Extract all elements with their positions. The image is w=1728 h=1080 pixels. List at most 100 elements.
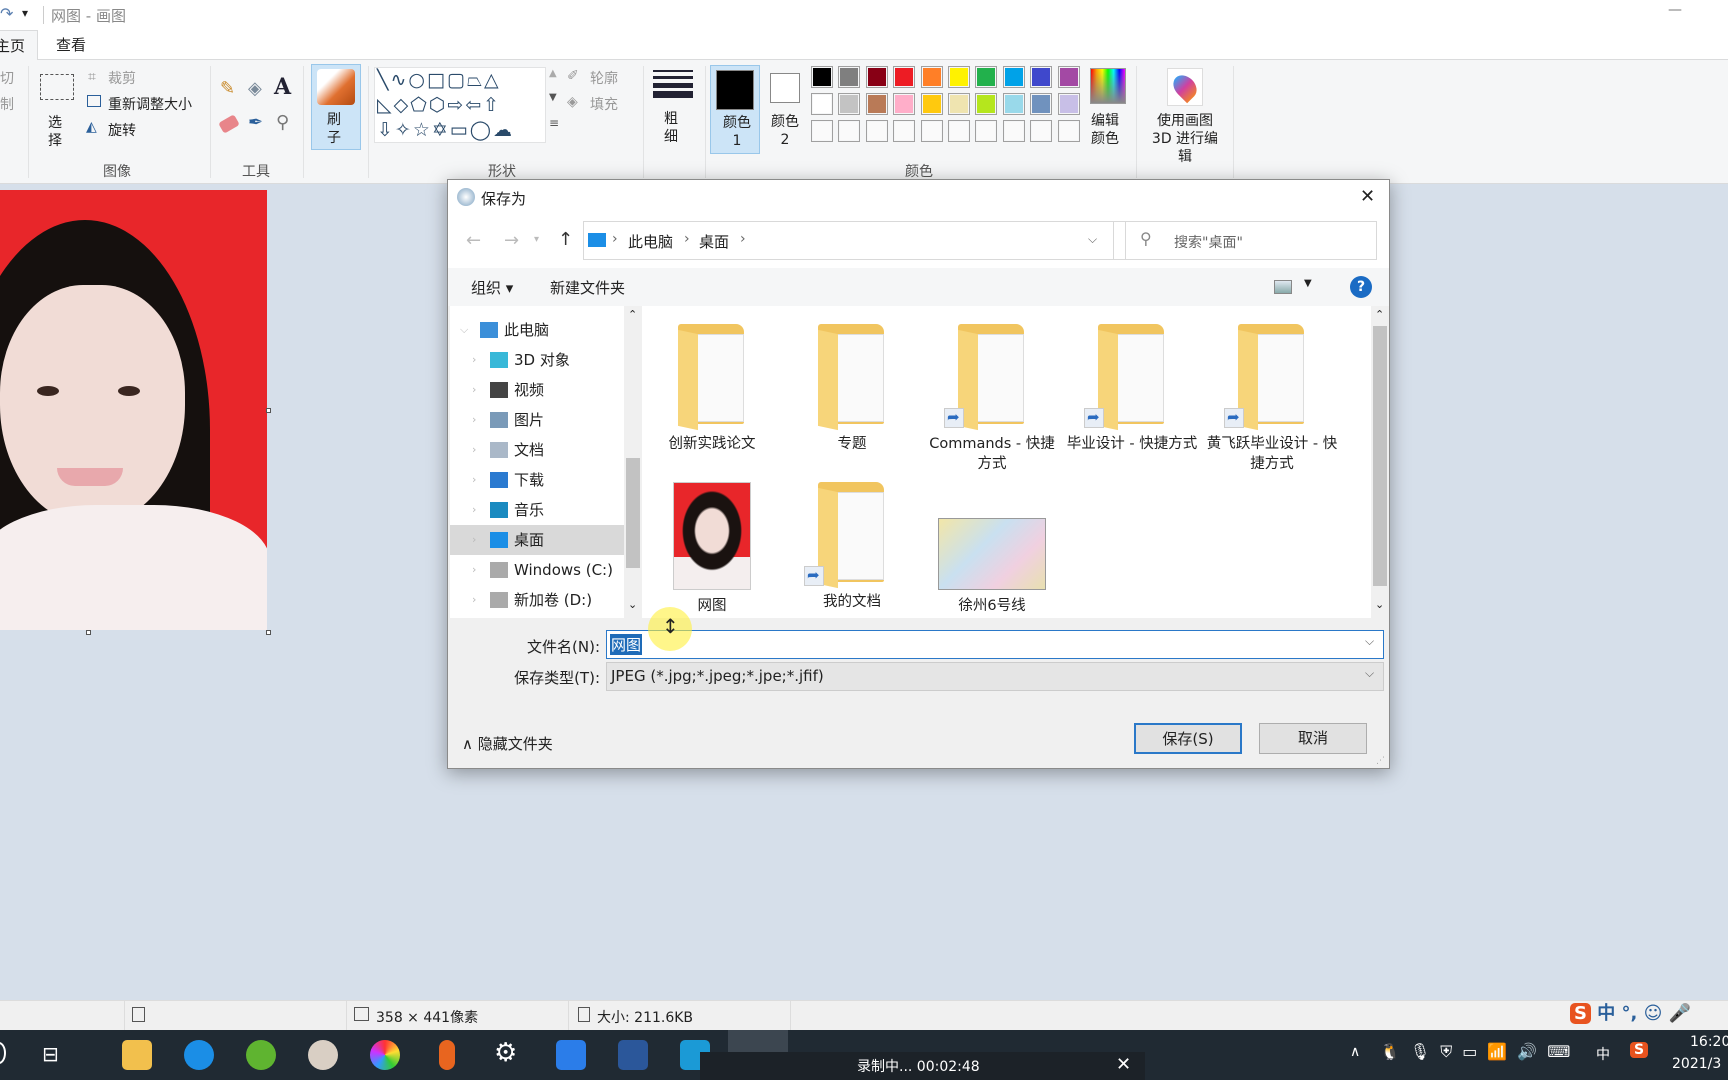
nav-item[interactable]: › 3D 对象 [450,345,624,375]
scroll-thumb[interactable] [626,458,640,568]
nav-item[interactable]: › 下载 [450,465,624,495]
organize-button[interactable]: 组织 ▾ [471,277,513,298]
close-recording-icon[interactable]: ✕ [1116,1054,1131,1075]
palette-color[interactable] [1002,93,1025,115]
expand-chevron-icon[interactable]: ⌵ [460,315,468,345]
filetype-dropdown-icon[interactable]: ⌵ [1365,666,1374,681]
brush-button[interactable]: 刷子 [311,64,361,150]
fill-bucket-icon[interactable]: ◈ [248,78,262,99]
file-item[interactable]: 我的文档 [784,482,920,612]
scroll-up-icon[interactable]: ⌃ [1375,308,1384,321]
palette-color[interactable] [948,93,970,115]
nav-item[interactable]: › 新加卷 (D:) [450,585,624,615]
help-button[interactable]: ? [1350,276,1372,298]
palette-color[interactable] [865,66,888,88]
palette-color[interactable] [838,93,861,115]
palette-empty-slot[interactable] [920,120,943,142]
redo-icon[interactable]: ↷ [0,4,13,23]
up-button[interactable]: ↑ [558,229,573,250]
palette-color[interactable] [893,93,916,115]
palette-empty-slot[interactable] [1030,120,1053,142]
palette-color[interactable] [838,66,861,88]
collapse-chevron-icon[interactable]: › [472,405,476,435]
input-method-indicator[interactable]: 中 [1596,1044,1610,1064]
collapse-chevron-icon[interactable]: › [472,555,476,585]
tab-view[interactable]: 查看 [56,34,86,55]
palette-empty-slot[interactable] [1002,120,1025,142]
palette-empty-slot[interactable] [948,120,970,142]
file-item[interactable]: 创新实践论文 [644,324,780,454]
color-picker-icon[interactable]: ✒ [248,112,263,133]
breadcrumb-separator[interactable]: › [612,231,618,247]
resize-handle[interactable] [266,630,271,635]
view-dropdown-icon[interactable]: ▼ [1304,278,1312,289]
file-item[interactable]: Commands - 快捷方式 [924,324,1060,474]
breadcrumb-separator[interactable]: › [740,231,746,247]
shapes-scroll-up[interactable]: ▲ [549,68,557,79]
palette-color[interactable] [811,93,833,115]
nav-item[interactable]: › 音乐 [450,495,624,525]
recent-locations-dropdown[interactable]: ▾ [534,234,539,245]
fill-button[interactable]: 填充 [590,94,618,114]
file-list-scrollbar[interactable]: ⌃ ⌄ [1371,306,1389,618]
palette-color[interactable] [1030,93,1053,115]
palette-color[interactable] [1057,93,1080,115]
palette-color[interactable] [948,66,970,88]
settings-icon[interactable]: ⚙ [494,1038,517,1068]
resize-grip-icon[interactable]: ⋰ [1376,756,1385,766]
collapse-chevron-icon[interactable]: › [472,585,476,615]
ie-browser-icon[interactable] [246,1040,276,1070]
palette-color[interactable] [811,66,833,88]
outline-button[interactable]: 轮廓 [590,68,618,88]
file-item[interactable]: 网图 [644,482,780,616]
pencil-icon[interactable]: ✎ [220,78,235,99]
collapse-chevron-icon[interactable]: › [472,345,476,375]
nav-scrollbar[interactable]: ⌃ ⌄ [624,306,642,618]
collapse-chevron-icon[interactable]: › [472,495,476,525]
minimize-button[interactable]: — [1668,2,1682,18]
shapes-expand[interactable]: ≡ [549,116,559,130]
photos-app-icon[interactable] [370,1040,400,1070]
collapse-chevron-icon[interactable]: › [472,435,476,465]
address-bar[interactable]: › 此电脑 › 桌面 › ⌵ [583,221,1114,260]
resize-button[interactable]: 重新调整大小 [108,94,192,114]
nav-item[interactable]: › Windows (C:) [450,555,624,585]
palette-empty-slot[interactable] [811,120,833,142]
clock-date[interactable]: 2021/3 [1672,1056,1721,1072]
nav-item[interactable]: › 文档 [450,435,624,465]
breadcrumb-separator[interactable]: › [684,231,690,247]
save-button[interactable]: 保存(S) [1134,723,1242,754]
paint3d-button[interactable]: 使用画图 3D 进行编辑 [1143,66,1225,165]
hide-folders-button[interactable]: ∧ 隐藏文件夹 [462,733,553,754]
back-button[interactable]: ← [466,230,481,251]
palette-color[interactable] [920,93,943,115]
edit-colors-button[interactable]: 编辑颜色 [1088,66,1128,156]
canvas-image[interactable] [0,190,267,630]
crop-button[interactable]: 裁剪 [108,68,136,88]
task-view-icon[interactable]: ⊟ [42,1042,59,1066]
palette-color[interactable] [893,66,916,88]
microphone-app-icon[interactable] [439,1040,455,1070]
tray-icons[interactable]: 🐧🎙⛨▭📶🔊⌨ [1380,1042,1580,1062]
palette-color[interactable] [975,66,998,88]
file-item[interactable]: 黄飞跃毕业设计 - 快捷方式 [1204,324,1340,474]
collapse-chevron-icon[interactable]: › [472,465,476,495]
magnifier-icon[interactable]: ⚲ [276,112,289,133]
forward-button[interactable]: → [504,230,519,251]
breadcrumb-this-pc[interactable]: 此电脑 [628,231,673,252]
quick-access-dropdown-icon[interactable]: ▾ [22,6,28,20]
tray-chevron-icon[interactable]: ∧ [1350,1044,1360,1060]
color1-button[interactable]: 颜色 1 [710,65,760,154]
text-tool-icon[interactable]: A [274,74,291,100]
ime-toolbar[interactable]: S 中 °, ☺ 🎤 [1570,999,1728,1029]
tab-home[interactable]: 主页 [0,30,38,61]
filename-dropdown-icon[interactable]: ⌵ [1365,634,1374,649]
nav-item[interactable]: › 图片 [450,405,624,435]
new-folder-button[interactable]: 新建文件夹 [550,277,625,298]
copy-button[interactable]: 复制 [0,94,14,114]
palette-empty-slot[interactable] [1057,120,1080,142]
scroll-thumb[interactable] [1373,326,1387,586]
scroll-down-icon[interactable]: ⌄ [628,598,637,611]
cancel-button[interactable]: 取消 [1259,723,1367,754]
breadcrumb-desktop[interactable]: 桌面 [699,231,729,252]
